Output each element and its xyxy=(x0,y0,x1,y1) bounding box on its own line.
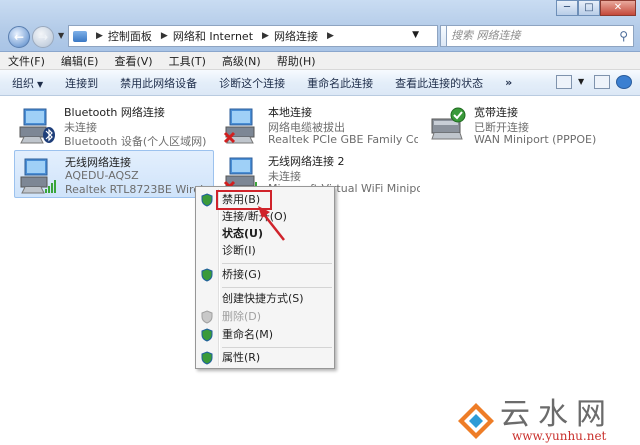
menu-item-delete: 删除(D) xyxy=(222,310,262,323)
menu-separator xyxy=(222,347,332,348)
chevron-right-icon: ▶ xyxy=(262,31,269,41)
connect-to-button[interactable]: 连接到 xyxy=(65,75,98,91)
menu-advanced[interactable]: 高级(N) xyxy=(222,53,261,69)
connection-local[interactable]: 本地连接 网络电缆被拔出 Realtek PCIe GBE Family Con… xyxy=(218,101,418,149)
command-bar: 组织 ▼ 连接到 禁用此网络设备 诊断这个连接 重命名此连接 查看此连接的状态 »… xyxy=(0,70,640,96)
window-controls: ─ □ ✕ xyxy=(556,0,636,16)
recent-pages-dropdown-icon[interactable]: ▼ xyxy=(58,31,64,40)
red-arrow-icon xyxy=(258,206,285,241)
menu-edit[interactable]: 编辑(E) xyxy=(61,53,99,69)
help-icon[interactable] xyxy=(616,75,632,89)
menu-tools[interactable]: 工具(T) xyxy=(169,53,206,69)
watermark-brand: 云水网 xyxy=(500,397,614,432)
chevron-down-icon: ▼ xyxy=(37,79,44,89)
shield-icon xyxy=(201,268,213,282)
back-button[interactable]: ← xyxy=(8,26,30,48)
preview-pane-icon[interactable] xyxy=(594,75,610,89)
connection-title: 本地连接 xyxy=(268,106,312,119)
menu-item-diagnose[interactable]: 诊断(I) xyxy=(222,243,256,259)
menu-separator xyxy=(222,263,332,264)
rename-button[interactable]: 重命名此连接 xyxy=(307,75,373,91)
shield-icon xyxy=(201,328,213,342)
connection-title: Bluetooth 网络连接 xyxy=(64,106,165,119)
control-panel-icon xyxy=(73,30,87,42)
menu-item-rename[interactable]: 重命名(M) xyxy=(222,327,273,343)
view-status-button[interactable]: 查看此连接的状态 xyxy=(395,75,483,91)
connection-wireless[interactable]: 无线网络连接 AQEDU-AQSZ Realtek RTL8723BE Wire… xyxy=(14,150,214,198)
broadband-modem-icon xyxy=(431,107,466,140)
search-placeholder: 搜索 网络连接 xyxy=(451,29,521,42)
menu-file[interactable]: 文件(F) xyxy=(8,53,45,69)
watermark-logo-icon xyxy=(458,403,494,439)
menu-separator xyxy=(222,287,332,288)
maximize-button[interactable]: □ xyxy=(578,0,600,16)
diagnose-button[interactable]: 诊断这个连接 xyxy=(219,75,285,91)
address-dropdown-icon[interactable]: ▼ xyxy=(412,30,419,40)
organize-button[interactable]: 组织 ▼ xyxy=(12,75,43,91)
chevron-right-icon: ▶ xyxy=(96,31,103,41)
menu-help[interactable]: 帮助(H) xyxy=(277,53,316,69)
menu-item-bridge[interactable]: 桥接(G) xyxy=(222,267,261,283)
shield-icon xyxy=(201,193,213,207)
menu-bar: 文件(F) 编辑(E) 查看(V) 工具(T) 高级(N) 帮助(H) xyxy=(0,52,640,70)
breadcrumb-control-panel[interactable]: 控制面板 xyxy=(108,28,152,44)
view-controls: ▼ xyxy=(556,75,632,89)
menu-item-create-shortcut[interactable]: 创建快捷方式(S) xyxy=(222,291,304,307)
change-view-icon[interactable] xyxy=(556,75,572,89)
connection-title: 无线网络连接 xyxy=(65,156,131,169)
connection-device: Bluetooth 设备(个人区域网) xyxy=(64,135,207,148)
menu-item-properties[interactable]: 属性(R) xyxy=(222,350,260,366)
watermark-url: www.yunhu.net xyxy=(512,429,607,443)
chevron-right-icon: ▶ xyxy=(160,31,168,41)
connection-device: Realtek PCIe GBE Family Contr... xyxy=(268,133,418,146)
chevron-right-icon: ▶ xyxy=(326,31,334,41)
disable-device-button[interactable]: 禁用此网络设备 xyxy=(120,75,197,91)
more-commands-button[interactable]: » xyxy=(505,76,512,89)
minimize-button[interactable]: ─ xyxy=(556,0,578,16)
address-bar[interactable]: ▶ 控制面板 ▶ 网络和 Internet ▶ 网络连接 ▶ ▼ xyxy=(68,25,438,47)
connection-status: AQEDU-AQSZ xyxy=(65,169,139,182)
connection-title: 宽带连接 xyxy=(474,106,518,119)
menu-view[interactable]: 查看(V) xyxy=(114,53,152,69)
connection-device: Realtek RTL8723BE Wireless L... xyxy=(65,183,213,196)
connection-broadband[interactable]: 宽带连接 已断开连接 WAN Miniport (PPPOE) xyxy=(424,101,624,149)
wireless-adapter-icon xyxy=(20,158,56,194)
shield-icon xyxy=(201,351,213,365)
forward-button[interactable]: → xyxy=(32,26,54,48)
search-icon[interactable]: ⚲ xyxy=(619,26,628,46)
organize-label: 组织 xyxy=(12,76,34,90)
watermark: 云水网 www.yunhu.net xyxy=(456,399,636,443)
search-input[interactable]: 搜索 网络连接 ⚲ xyxy=(446,25,634,47)
shield-icon xyxy=(201,310,213,324)
close-button[interactable]: ✕ xyxy=(600,0,636,16)
network-adapter-icon xyxy=(19,108,55,144)
connection-title: 无线网络连接 2 xyxy=(268,155,345,168)
connection-bluetooth[interactable]: Bluetooth 网络连接 未连接 Bluetooth 设备(个人区域网) xyxy=(14,101,214,149)
title-bar: ─ □ ✕ ← → ▼ ▶ 控制面板 ▶ 网络和 Internet ▶ 网络连接… xyxy=(0,0,640,52)
connection-device: WAN Miniport (PPPOE) xyxy=(474,133,597,146)
network-adapter-icon xyxy=(223,108,255,144)
chevron-down-icon[interactable]: ▼ xyxy=(578,75,588,89)
breadcrumb-network-connections[interactable]: 网络连接 xyxy=(274,28,318,44)
breadcrumb-network-internet[interactable]: 网络和 Internet xyxy=(173,28,253,44)
